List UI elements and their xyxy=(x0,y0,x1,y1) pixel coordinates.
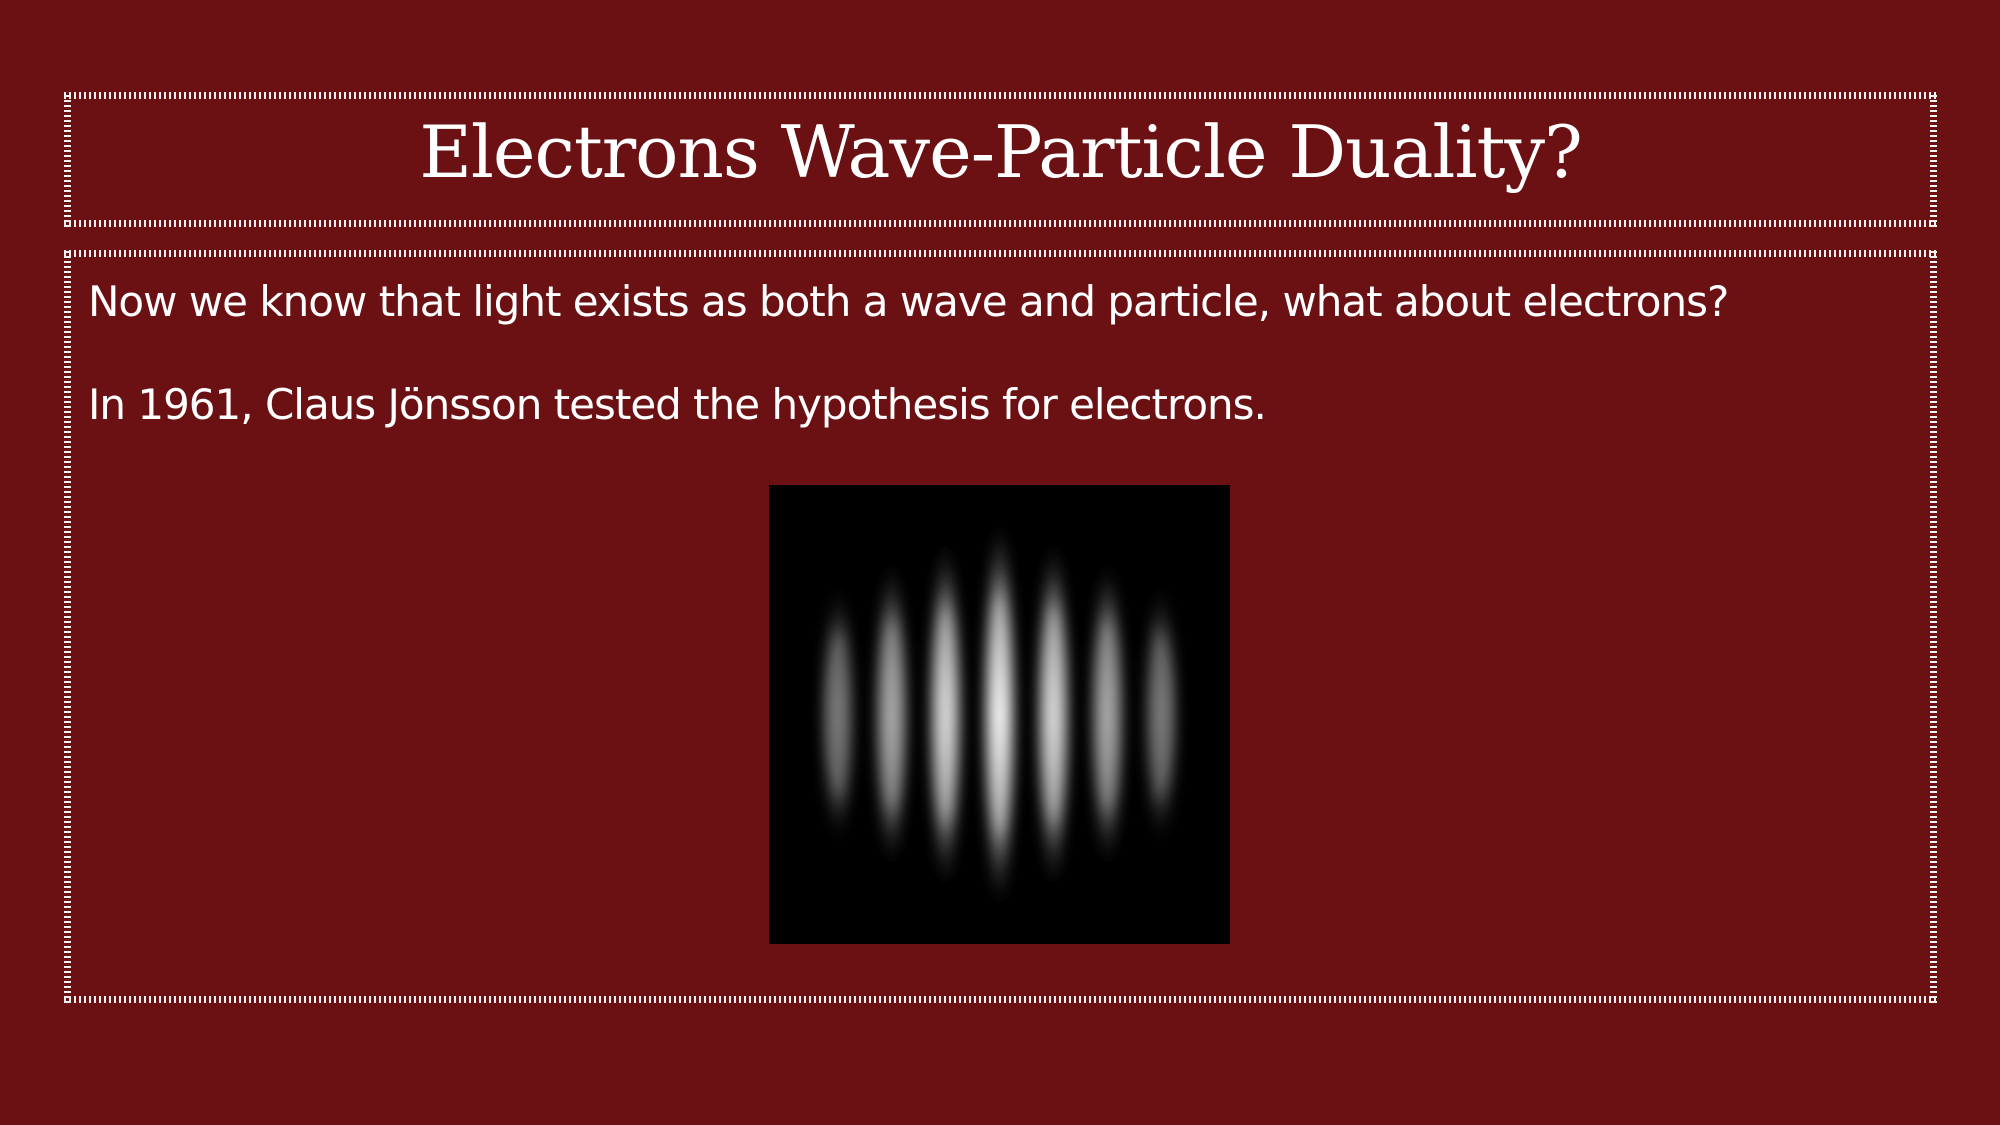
interference-fringes-graphic xyxy=(769,485,1230,944)
title-frame: Electrons Wave-Particle Duality? xyxy=(64,92,1937,227)
content-frame-top-border xyxy=(64,250,1937,257)
electron-interference-image xyxy=(769,485,1230,944)
body-paragraph-light-question: Now we know that light exists as both a … xyxy=(88,277,1729,326)
title-frame-bottom-border xyxy=(64,220,1937,227)
slide-title: Electrons Wave-Particle Duality? xyxy=(419,110,1582,194)
content-frame-right-border xyxy=(1930,250,1937,1003)
content-frame-left-border xyxy=(64,250,71,1003)
content-frame-bottom-border xyxy=(64,996,1937,1003)
title-frame-top-border xyxy=(64,92,1937,99)
body-paragraph-jonsson-experiment: In 1961, Claus Jönsson tested the hypoth… xyxy=(88,380,1267,429)
